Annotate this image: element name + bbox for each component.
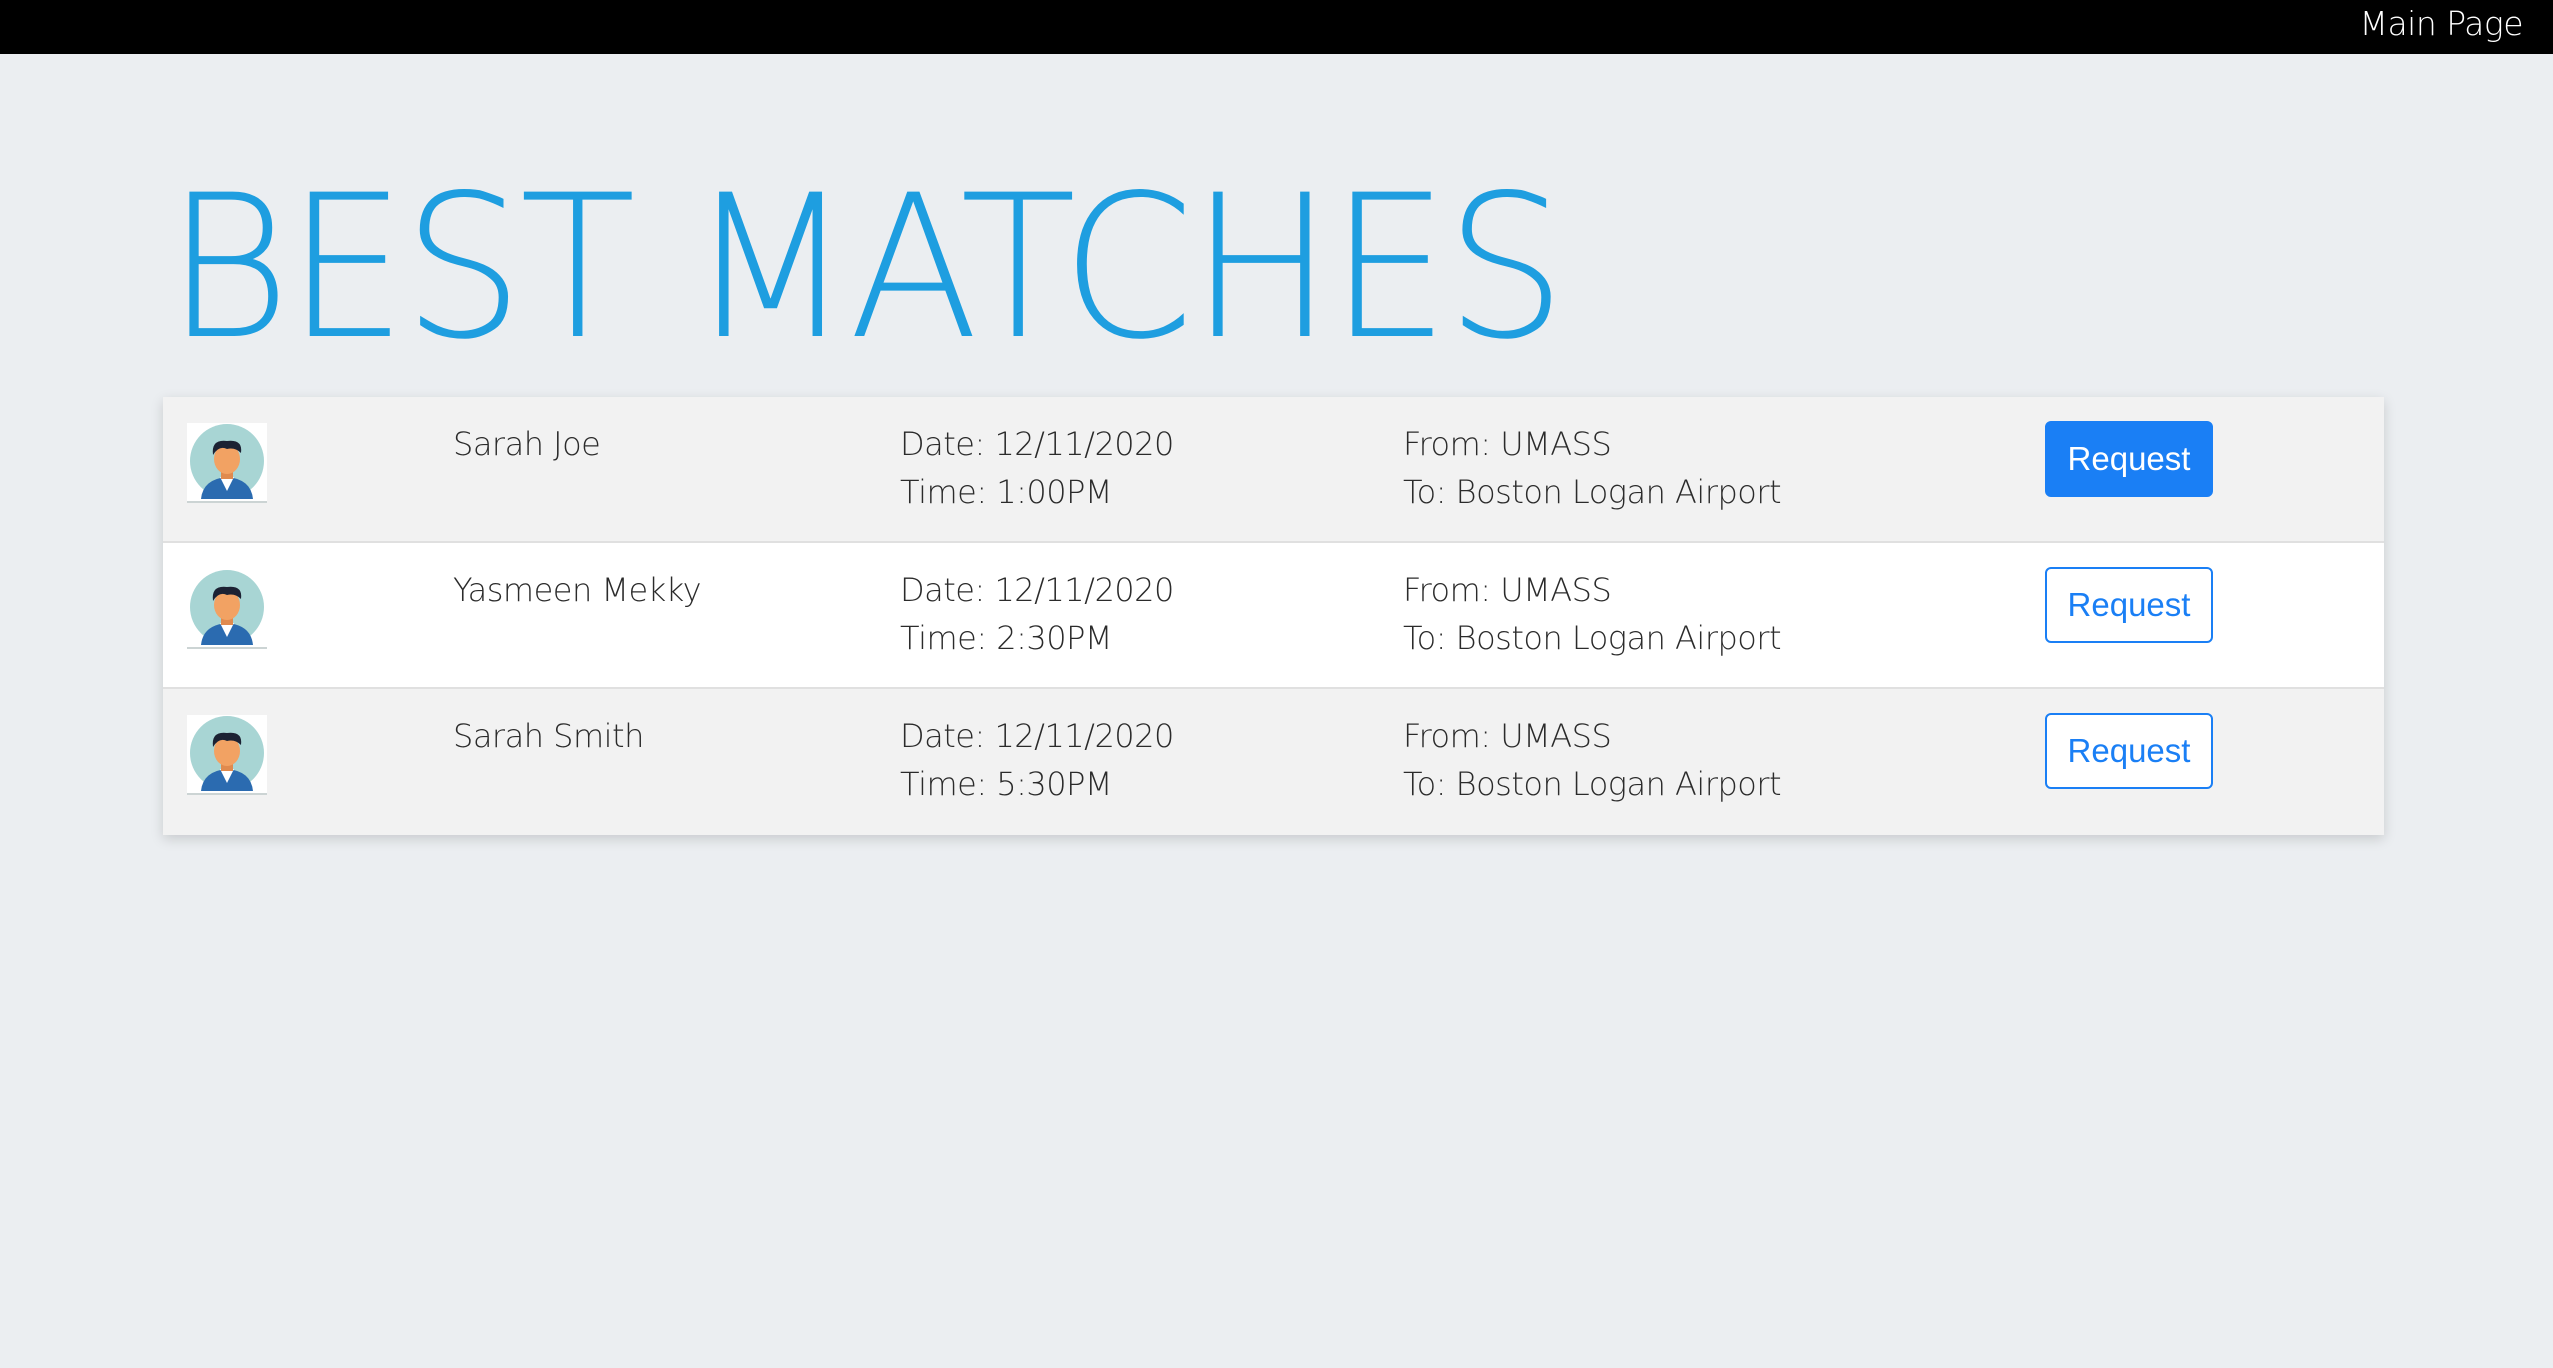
user-avatar-icon — [187, 423, 267, 503]
match-to: To: Boston Logan Airport — [1403, 765, 1782, 803]
match-date: Date: 12/11/2020 — [900, 717, 1174, 755]
match-from: From: UMASS — [1403, 571, 1612, 609]
match-time: Time: 1:00PM — [900, 473, 1113, 511]
match-from: From: UMASS — [1403, 425, 1612, 463]
match-from: From: UMASS — [1403, 717, 1612, 755]
request-button[interactable]: Request — [2045, 567, 2213, 643]
request-button[interactable]: Request — [2045, 421, 2213, 497]
match-name: Sarah Smith — [453, 717, 644, 755]
match-time: Time: 2:30PM — [900, 619, 1113, 657]
top-navbar: Main Page — [0, 0, 2553, 54]
avatar-graphic — [187, 570, 267, 649]
match-date: Date: 12/11/2020 — [900, 571, 1174, 609]
request-button[interactable]: Request — [2045, 713, 2213, 789]
match-date: Date: 12/11/2020 — [900, 425, 1174, 463]
user-avatar-icon — [187, 715, 267, 795]
match-to: To: Boston Logan Airport — [1403, 473, 1782, 511]
match-name: Sarah Joe — [453, 425, 601, 463]
avatar-graphic — [187, 716, 267, 795]
match-row: Sarah Smith Date: 12/11/2020 Time: 5:30P… — [163, 689, 2384, 835]
match-row: Yasmeen Mekky Date: 12/11/2020 Time: 2:3… — [163, 543, 2384, 689]
user-avatar-icon — [187, 569, 267, 649]
main-page-link[interactable]: Main Page — [2359, 4, 2523, 44]
match-name: Yasmeen Mekky — [453, 571, 702, 609]
page-title: BEST MATCHES — [166, 152, 1566, 383]
match-to: To: Boston Logan Airport — [1403, 619, 1782, 657]
matches-list: Sarah Joe Date: 12/11/2020 Time: 1:00PM … — [163, 397, 2384, 835]
avatar-graphic — [187, 424, 267, 503]
match-row: Sarah Joe Date: 12/11/2020 Time: 1:00PM … — [163, 397, 2384, 543]
match-time: Time: 5:30PM — [900, 765, 1113, 803]
